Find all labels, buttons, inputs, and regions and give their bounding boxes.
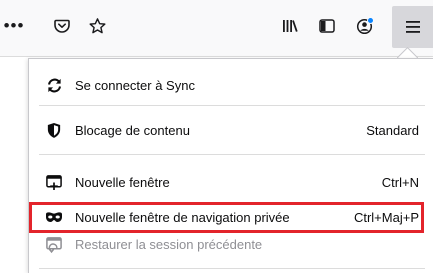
content-blocking-value: Standard bbox=[366, 122, 419, 138]
star-icon[interactable] bbox=[83, 12, 111, 40]
separator bbox=[39, 154, 425, 155]
hamburger-menu-icon[interactable] bbox=[392, 6, 433, 48]
restore-session-icon bbox=[45, 235, 63, 253]
private-window-label: Nouvelle fenêtre de navigation privée bbox=[75, 209, 290, 225]
sync-icon bbox=[45, 76, 63, 94]
private-window-shortcut: Ctrl+Maj+P bbox=[353, 209, 419, 225]
separator bbox=[39, 105, 425, 106]
menu-item-new-window[interactable]: Nouvelle fenêtre Ctrl+N bbox=[39, 171, 425, 193]
sync-label: Se connecter à Sync bbox=[75, 77, 195, 93]
browser-toolbar: ••• bbox=[0, 0, 433, 57]
separator bbox=[39, 268, 425, 269]
shield-icon bbox=[45, 121, 63, 139]
app-menu-panel: Se connecter à Sync Blocage de contenu S… bbox=[28, 58, 433, 273]
new-window-label: Nouvelle fenêtre bbox=[75, 174, 170, 190]
account-icon[interactable] bbox=[351, 12, 379, 40]
new-window-shortcut: Ctrl+N bbox=[381, 174, 419, 190]
pocket-icon[interactable] bbox=[48, 12, 76, 40]
overflow-icon[interactable]: ••• bbox=[0, 12, 28, 40]
new-window-icon bbox=[45, 173, 63, 191]
menu-item-content-blocking[interactable]: Blocage de contenu Standard bbox=[39, 119, 425, 141]
sidebar-icon[interactable] bbox=[313, 12, 341, 40]
library-icon[interactable] bbox=[276, 12, 304, 40]
menu-item-sync[interactable]: Se connecter à Sync bbox=[39, 74, 425, 96]
content-blocking-label: Blocage de contenu bbox=[75, 122, 190, 138]
private-mask-icon bbox=[45, 208, 63, 226]
menu-item-restore-session: Restaurer la session précédente bbox=[39, 233, 425, 255]
menu-item-private-window[interactable]: Nouvelle fenêtre de navigation privée Ct… bbox=[39, 206, 425, 228]
restore-session-label: Restaurer la session précédente bbox=[75, 236, 263, 252]
